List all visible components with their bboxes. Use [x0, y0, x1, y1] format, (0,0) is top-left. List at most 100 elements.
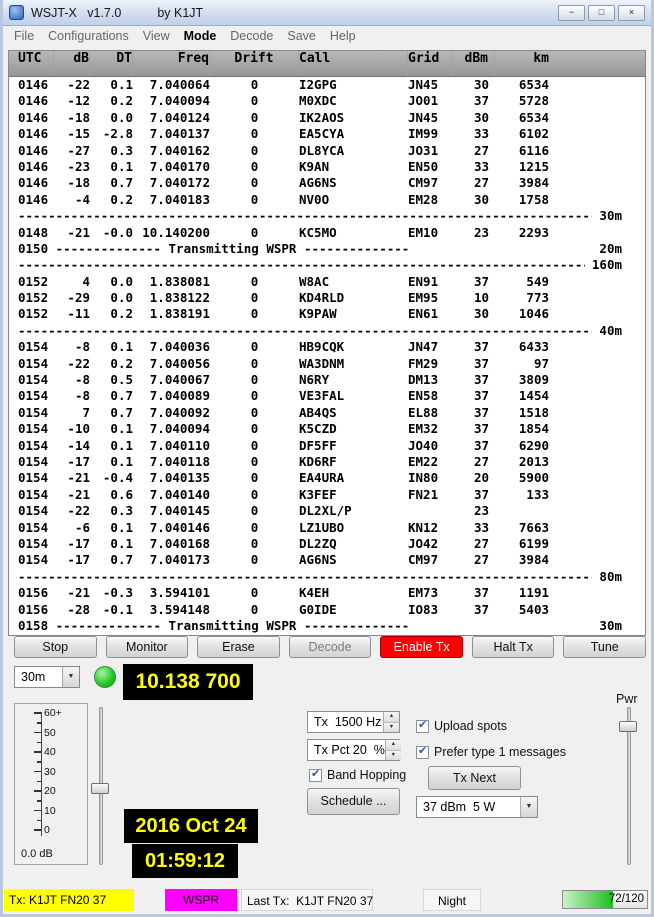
- enable-tx-button[interactable]: Enable Tx: [380, 636, 463, 658]
- cell-km: 1854: [495, 421, 555, 437]
- upload-spots-label: Upload spots: [434, 719, 507, 733]
- maximize-icon[interactable]: □: [588, 5, 615, 21]
- table-row[interactable]: 0146-120.27.0400940M0XDCJO01375728: [9, 93, 645, 109]
- menu-item-mode[interactable]: Mode: [177, 26, 224, 46]
- close-icon[interactable]: ×: [618, 5, 645, 21]
- menu-bar: FileConfigurationsViewModeDecodeSaveHelp: [3, 26, 651, 46]
- band-label: 40m: [599, 323, 622, 339]
- cell-drift: 0: [210, 438, 299, 454]
- chevron-down-icon[interactable]: ▼: [520, 797, 537, 817]
- table-row[interactable]: 0154-80.77.0400890VE3FALEN58371454: [9, 388, 645, 404]
- tx-pct-spinner[interactable]: Tx Pct 20 % ▲ ▼: [307, 739, 400, 761]
- cell-drift: 0: [210, 585, 299, 601]
- menu-item-decode[interactable]: Decode: [223, 26, 280, 46]
- title-bar[interactable]: WSJT-X v1.7.0 by K1JT − □ ×: [3, 0, 651, 26]
- menu-item-save[interactable]: Save: [280, 26, 323, 46]
- meter-reading: 0.0 dB: [21, 848, 53, 860]
- halt-tx-button[interactable]: Halt Tx: [472, 636, 555, 658]
- spin-down-icon[interactable]: ▼: [384, 722, 399, 733]
- table-row[interactable]: 0154-220.27.0400560WA3DNMFM293797: [9, 356, 645, 372]
- cell-grid: JN45: [408, 77, 453, 93]
- cell-grid: EN50: [408, 159, 453, 175]
- prefer-type1-checkbox[interactable]: ✔ Prefer type 1 messages: [416, 745, 566, 759]
- table-row[interactable]: 0156-28-0.13.5941480G0IDEIO83375403: [9, 602, 645, 618]
- cell-dbm: 27: [453, 454, 495, 470]
- table-row[interactable]: 0152-110.21.8381910K9PAWEN61301046: [9, 306, 645, 322]
- table-row[interactable]: 0146-180.07.0401240IK2AOSJN45306534: [9, 110, 645, 126]
- cell-call: LZ1UBO: [299, 520, 408, 536]
- cell-db: -8: [54, 339, 90, 355]
- cell-dbm: 37: [453, 438, 495, 454]
- cell-freq: 7.040092: [133, 405, 210, 421]
- table-row[interactable]: 0146-180.77.0401720AG6NSCM97273984: [9, 175, 645, 191]
- table-row[interactable]: 0154-100.17.0400940K5CZDEM32371854: [9, 421, 645, 437]
- table-row[interactable]: 0146-230.17.0401700K9ANEN50331215: [9, 159, 645, 175]
- meter-minor-tick: [29, 718, 41, 728]
- table-row[interactable]: 0154-170.17.0401180KD6RFEM22272013: [9, 454, 645, 470]
- table-row[interactable]: 0156-21-0.33.5941010K4EHEM73371191: [9, 585, 645, 601]
- monitor-button[interactable]: Monitor: [106, 636, 189, 658]
- table-row[interactable]: 0152-290.01.8381220KD4RLDEM9510773: [9, 290, 645, 306]
- column-header-dbm: dBm: [453, 51, 495, 76]
- menu-item-file[interactable]: File: [7, 26, 41, 46]
- band-select[interactable]: 30m ▼: [14, 666, 80, 688]
- cell-freq: 7.040089: [133, 388, 210, 404]
- table-row[interactable]: 0154-170.17.0401680DL2ZQJO42276199: [9, 536, 645, 552]
- table-row[interactable]: 0154-21-0.47.0401350EA4URAIN80205900: [9, 470, 645, 486]
- spin-down-icon[interactable]: ▼: [386, 750, 401, 761]
- table-row[interactable]: 0146-270.37.0401620DL8YCAJO31276116: [9, 143, 645, 159]
- cell-db: -15: [54, 126, 90, 142]
- table-row[interactable]: 0146-220.17.0400640I2GPGJN45306534: [9, 77, 645, 93]
- power-select[interactable]: 37 dBm 5 W ▼: [416, 796, 538, 818]
- decode-list-header: UTCdBDTFreqDriftCallGriddBmkm: [9, 51, 645, 77]
- table-row[interactable]: 0154-170.77.0401730AG6NSCM97273984: [9, 552, 645, 568]
- cell-freq: 7.040067: [133, 372, 210, 388]
- band-hopping-checkbox[interactable]: ✔ Band Hopping: [309, 768, 406, 782]
- cell-utc: 0154: [9, 438, 54, 454]
- column-header-drift: Drift: [210, 51, 299, 76]
- chevron-down-icon[interactable]: ▼: [62, 667, 79, 687]
- table-row[interactable]: 0148-21-0.010.1402000KC5MOEM10232293: [9, 225, 645, 241]
- pwr-slider-handle[interactable]: [619, 721, 637, 732]
- cell-call: N6RY: [299, 372, 408, 388]
- menu-item-view[interactable]: View: [136, 26, 177, 46]
- cell-dt: -0.3: [90, 585, 133, 601]
- tune-button[interactable]: Tune: [563, 636, 646, 658]
- tx-next-button[interactable]: Tx Next: [428, 766, 521, 790]
- schedule-button[interactable]: Schedule ...: [307, 788, 400, 815]
- band-separator-row: ----------------------------------------…: [9, 257, 645, 273]
- table-row[interactable]: 0146-40.27.0401830NV0OEM28301758: [9, 192, 645, 208]
- cell-km: 6433: [495, 339, 555, 355]
- table-row[interactable]: 0154-220.37.0401450DL2XL/P23: [9, 503, 645, 519]
- cell-db: -4: [54, 192, 90, 208]
- cell-db: -17: [54, 552, 90, 568]
- spin-up-icon[interactable]: ▲: [384, 712, 399, 722]
- cell-km: 1046: [495, 306, 555, 322]
- table-row[interactable]: 0154-60.17.0401460LZ1UBOKN12337663: [9, 520, 645, 536]
- menu-item-help[interactable]: Help: [323, 26, 363, 46]
- table-row[interactable]: 015470.77.0400920AB4QSEL88371518: [9, 405, 645, 421]
- column-header-dt: DT: [90, 51, 133, 76]
- column-header-utc: UTC: [9, 51, 54, 76]
- table-row[interactable]: 0154-210.67.0401400K3FEFFN2137133: [9, 487, 645, 503]
- frequency-display[interactable]: 10.138 700: [123, 664, 253, 700]
- erase-button[interactable]: Erase: [197, 636, 280, 658]
- stop-button[interactable]: Stop: [14, 636, 97, 658]
- table-row[interactable]: 0146-15-2.87.0401370EA5CYAIM99336102: [9, 126, 645, 142]
- table-row[interactable]: 015240.01.8380810W8ACEN9137549: [9, 274, 645, 290]
- tx-freq-spinner[interactable]: Tx 1500 Hz ▲ ▼: [307, 711, 400, 733]
- upload-spots-checkbox[interactable]: ✔ Upload spots: [416, 719, 507, 733]
- cell-km: 6534: [495, 77, 555, 93]
- cell-km: 1518: [495, 405, 555, 421]
- menu-item-configurations[interactable]: Configurations: [41, 26, 136, 46]
- cell-utc: 0154: [9, 356, 54, 372]
- spin-up-icon[interactable]: ▲: [386, 740, 401, 750]
- cell-db: 4: [54, 274, 90, 290]
- minimize-icon[interactable]: −: [558, 5, 585, 21]
- table-row[interactable]: 0154-80.57.0400670N6RYDM13373809: [9, 372, 645, 388]
- cell-drift: 0: [210, 175, 299, 191]
- decode-button[interactable]: Decode: [289, 636, 372, 658]
- table-row[interactable]: 0154-140.17.0401100DF5FFJO40376290: [9, 438, 645, 454]
- gain-slider-handle[interactable]: [91, 783, 109, 794]
- table-row[interactable]: 0154-80.17.0400360HB9CQKJN47376433: [9, 339, 645, 355]
